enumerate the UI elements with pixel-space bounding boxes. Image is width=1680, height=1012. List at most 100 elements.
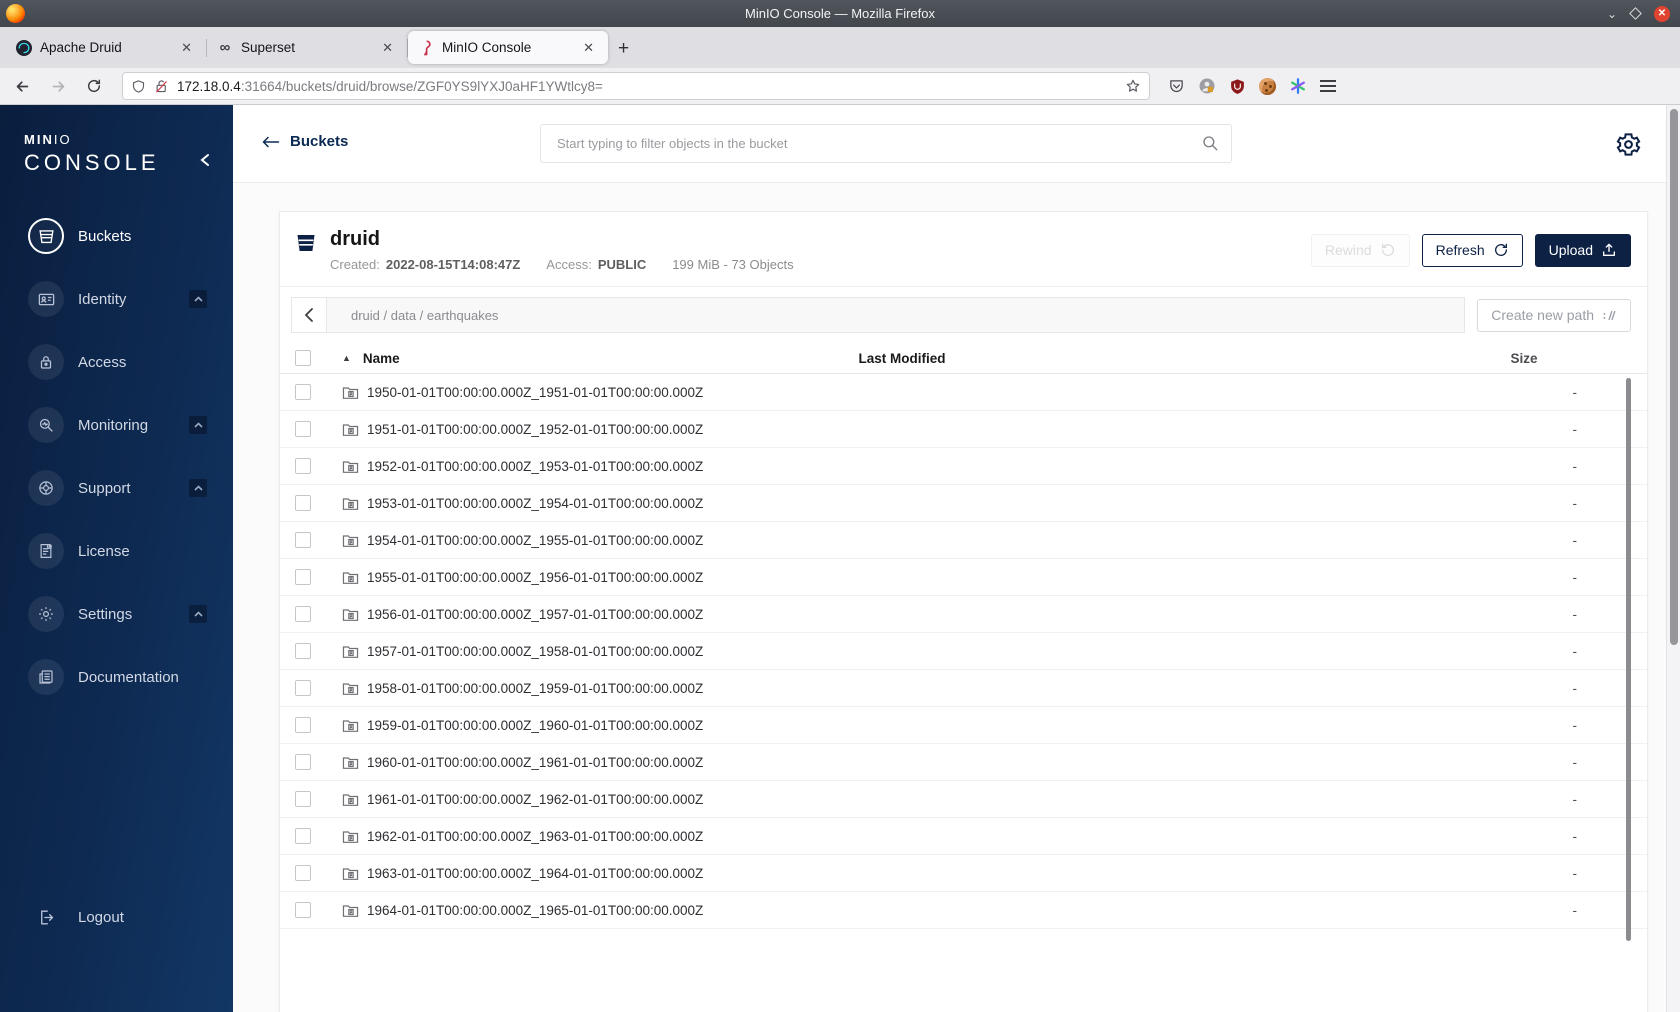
object-name[interactable]: 1962-01-01T00:00:00.000Z_1963-01-01T00:0… bbox=[367, 829, 703, 844]
size-column-header[interactable]: Size bbox=[1471, 351, 1581, 366]
table-row[interactable]: 1953-01-01T00:00:00.000Z_1954-01-01T00:0… bbox=[280, 485, 1647, 522]
row-checkbox[interactable] bbox=[295, 680, 311, 696]
tab-apache-druid[interactable]: Apache Druid ✕ bbox=[6, 31, 206, 64]
row-checkbox[interactable] bbox=[295, 902, 311, 918]
access-value[interactable]: PUBLIC bbox=[598, 257, 646, 272]
object-name[interactable]: 1957-01-01T00:00:00.000Z_1958-01-01T00:0… bbox=[367, 644, 703, 659]
url-text[interactable]: 172.18.0.4:31664/buckets/druid/browse/ZG… bbox=[177, 79, 1125, 94]
table-row[interactable]: 1954-01-01T00:00:00.000Z_1955-01-01T00:0… bbox=[280, 522, 1647, 559]
row-checkbox[interactable] bbox=[295, 717, 311, 733]
object-name[interactable]: 1954-01-01T00:00:00.000Z_1955-01-01T00:0… bbox=[367, 533, 703, 548]
settings-gear-icon[interactable] bbox=[1615, 131, 1642, 158]
table-row[interactable]: 1964-01-01T00:00:00.000Z_1965-01-01T00:0… bbox=[280, 892, 1647, 929]
tab-close-icon[interactable]: ✕ bbox=[177, 38, 196, 58]
path-back-button[interactable] bbox=[291, 297, 327, 333]
object-name[interactable]: 1952-01-01T00:00:00.000Z_1953-01-01T00:0… bbox=[367, 459, 703, 474]
page-scrollbar[interactable] bbox=[1666, 105, 1680, 1012]
select-all-checkbox[interactable] bbox=[295, 350, 311, 366]
close-window-icon[interactable]: ✕ bbox=[1654, 5, 1670, 22]
row-checkbox[interactable] bbox=[295, 754, 311, 770]
table-row[interactable]: 1959-01-01T00:00:00.000Z_1960-01-01T00:0… bbox=[280, 707, 1647, 744]
sidebar-item-monitoring[interactable]: Monitoring bbox=[28, 407, 233, 443]
sidebar-item-identity[interactable]: Identity bbox=[28, 281, 233, 317]
object-name[interactable]: 1964-01-01T00:00:00.000Z_1965-01-01T00:0… bbox=[367, 903, 703, 918]
bookmark-star-icon[interactable] bbox=[1125, 78, 1141, 94]
chevron-up-icon[interactable] bbox=[189, 416, 207, 434]
tab-close-icon[interactable]: ✕ bbox=[378, 38, 397, 58]
new-tab-icon[interactable]: + bbox=[618, 38, 629, 60]
sidebar-item-support[interactable]: Support bbox=[28, 470, 233, 506]
reload-icon[interactable] bbox=[80, 73, 108, 99]
ublock-origin-icon[interactable] bbox=[1229, 78, 1246, 95]
row-checkbox[interactable] bbox=[295, 421, 311, 437]
row-checkbox[interactable] bbox=[295, 458, 311, 474]
back-to-buckets-link[interactable]: Buckets bbox=[262, 133, 348, 150]
object-name[interactable]: 1961-01-01T00:00:00.000Z_1962-01-01T00:0… bbox=[367, 792, 703, 807]
url-bar[interactable]: 172.18.0.4:31664/buckets/druid/browse/ZG… bbox=[122, 72, 1150, 100]
cookie-manager-icon[interactable] bbox=[1259, 77, 1276, 95]
filter-objects-input[interactable] bbox=[540, 124, 1232, 163]
pocket-save-icon[interactable] bbox=[1168, 78, 1185, 95]
table-scrollbar-thumb[interactable] bbox=[1626, 378, 1631, 941]
sidebar-item-logout[interactable]: Logout bbox=[28, 899, 233, 935]
object-name[interactable]: 1960-01-01T00:00:00.000Z_1961-01-01T00:0… bbox=[367, 755, 703, 770]
menu-hamburger-icon[interactable] bbox=[1320, 80, 1336, 92]
maximize-icon[interactable] bbox=[1629, 7, 1642, 20]
object-name[interactable]: 1951-01-01T00:00:00.000Z_1952-01-01T00:0… bbox=[367, 422, 703, 437]
object-name[interactable]: 1955-01-01T00:00:00.000Z_1956-01-01T00:0… bbox=[367, 570, 703, 585]
shield-icon[interactable] bbox=[131, 79, 146, 94]
breadcrumb[interactable]: druid / data / earthquakes bbox=[327, 297, 1466, 333]
minimize-icon[interactable]: ⌄ bbox=[1607, 8, 1617, 20]
account-profile-icon[interactable] bbox=[1198, 77, 1216, 95]
row-checkbox[interactable] bbox=[295, 791, 311, 807]
table-row[interactable]: 1960-01-01T00:00:00.000Z_1961-01-01T00:0… bbox=[280, 744, 1647, 781]
sidebar-item-settings[interactable]: Settings bbox=[28, 596, 233, 632]
lock-insecure-icon[interactable] bbox=[154, 79, 169, 94]
tab-superset[interactable]: ∞ Superset ✕ bbox=[207, 31, 407, 64]
sidebar-item-license[interactable]: License bbox=[28, 533, 233, 569]
object-name[interactable]: 1963-01-01T00:00:00.000Z_1964-01-01T00:0… bbox=[367, 866, 703, 881]
table-row[interactable]: 1950-01-01T00:00:00.000Z_1951-01-01T00:0… bbox=[280, 374, 1647, 411]
row-checkbox[interactable] bbox=[295, 643, 311, 659]
row-checkbox[interactable] bbox=[295, 532, 311, 548]
table-row[interactable]: 1952-01-01T00:00:00.000Z_1953-01-01T00:0… bbox=[280, 448, 1647, 485]
table-row[interactable]: 1961-01-01T00:00:00.000Z_1962-01-01T00:0… bbox=[280, 781, 1647, 818]
row-checkbox[interactable] bbox=[295, 569, 311, 585]
tab-close-icon[interactable]: ✕ bbox=[579, 38, 598, 58]
sidebar-item-buckets[interactable]: Buckets bbox=[28, 218, 233, 254]
sidebar-item-access[interactable]: Access bbox=[28, 344, 233, 380]
object-name[interactable]: 1959-01-01T00:00:00.000Z_1960-01-01T00:0… bbox=[367, 718, 703, 733]
chevron-up-icon[interactable] bbox=[189, 290, 207, 308]
table-row[interactable]: 1963-01-01T00:00:00.000Z_1964-01-01T00:0… bbox=[280, 855, 1647, 892]
last-modified-column-header[interactable]: Last Modified bbox=[762, 351, 1042, 366]
sidebar-collapse-icon[interactable] bbox=[199, 153, 211, 167]
back-icon[interactable] bbox=[8, 73, 36, 99]
object-name[interactable]: 1956-01-01T00:00:00.000Z_1957-01-01T00:0… bbox=[367, 607, 703, 622]
tab-minio-console[interactable]: MinIO Console ✕ bbox=[408, 31, 608, 64]
table-row[interactable]: 1956-01-01T00:00:00.000Z_1957-01-01T00:0… bbox=[280, 596, 1647, 633]
row-checkbox[interactable] bbox=[295, 495, 311, 511]
create-new-path-button[interactable]: Create new path bbox=[1477, 298, 1631, 332]
chevron-up-icon[interactable] bbox=[189, 479, 207, 497]
row-checkbox[interactable] bbox=[295, 606, 311, 622]
chevron-up-icon[interactable] bbox=[189, 605, 207, 623]
row-checkbox[interactable] bbox=[295, 384, 311, 400]
upload-button[interactable]: Upload bbox=[1534, 233, 1631, 267]
extension-asterisk-icon[interactable] bbox=[1289, 77, 1307, 95]
sidebar-item-documentation[interactable]: Documentation bbox=[28, 659, 233, 695]
sort-ascending-icon[interactable]: ▲ bbox=[342, 353, 351, 363]
table-row[interactable]: 1958-01-01T00:00:00.000Z_1959-01-01T00:0… bbox=[280, 670, 1647, 707]
row-checkbox[interactable] bbox=[295, 828, 311, 844]
page-scrollbar-thumb[interactable] bbox=[1670, 109, 1678, 645]
object-name[interactable]: 1953-01-01T00:00:00.000Z_1954-01-01T00:0… bbox=[367, 496, 703, 511]
refresh-button[interactable]: Refresh bbox=[1421, 233, 1523, 267]
object-name[interactable]: 1958-01-01T00:00:00.000Z_1959-01-01T00:0… bbox=[367, 681, 703, 696]
row-checkbox[interactable] bbox=[295, 865, 311, 881]
table-row[interactable]: 1951-01-01T00:00:00.000Z_1952-01-01T00:0… bbox=[280, 411, 1647, 448]
name-column-header[interactable]: Name bbox=[363, 351, 400, 366]
table-row[interactable]: 1957-01-01T00:00:00.000Z_1958-01-01T00:0… bbox=[280, 633, 1647, 670]
table-row[interactable]: 1955-01-01T00:00:00.000Z_1956-01-01T00:0… bbox=[280, 559, 1647, 596]
rewind-button[interactable]: Rewind bbox=[1310, 233, 1410, 267]
forward-icon[interactable] bbox=[44, 73, 72, 99]
object-name[interactable]: 1950-01-01T00:00:00.000Z_1951-01-01T00:0… bbox=[367, 385, 703, 400]
